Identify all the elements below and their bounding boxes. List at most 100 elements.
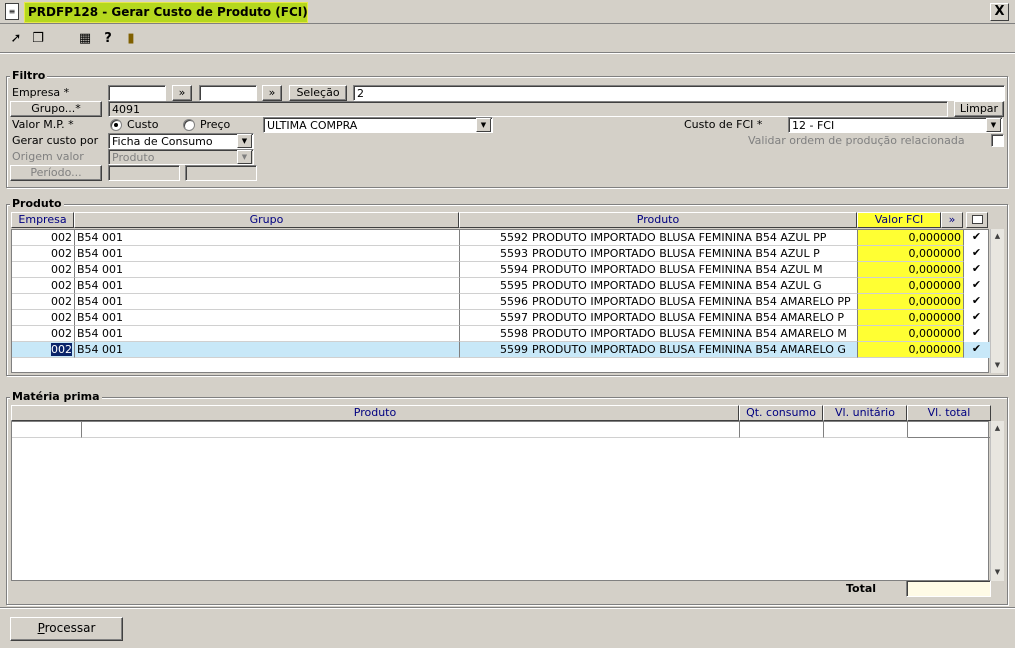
cell-descricao: PRODUTO IMPORTADO BLUSA FEMININA B54 AZU… [530,246,858,262]
row-checkbox[interactable]: ✔ [971,295,982,307]
cell-valor-fci[interactable]: 0,000000 [858,230,964,246]
materia-grid [11,421,990,581]
scroll-down-icon[interactable]: ▼ [991,359,1004,372]
processar-button[interactable]: Processar [10,617,123,641]
custo-fci-select[interactable]: 12 - FCI [788,117,1003,133]
col-mp-vl-total[interactable]: Vl. total [907,405,991,421]
cell-empresa: 002 [12,278,75,294]
cell-codigo: 5596 [460,294,530,310]
produto-grid: 002 B54 001 5592 PRODUTO IMPORTADO BLUSA… [11,229,990,373]
scroll-up-icon[interactable]: ▲ [991,230,1004,243]
grid-icon[interactable]: ▦ [77,31,93,47]
row-checkbox[interactable]: ✔ [971,263,982,275]
produto-scrollbar[interactable] [990,229,1004,373]
cell-codigo: 5594 [460,262,530,278]
cell-descricao: PRODUTO IMPORTADO BLUSA FEMININA B54 AMA… [530,310,858,326]
empresa-from-expand-button[interactable]: » [172,85,192,101]
cell-grupo: B54 001 [75,294,460,310]
cell-mp-unit [824,422,908,438]
cell-grupo: B54 001 [75,310,460,326]
table-row[interactable]: 002 B54 001 5597 PRODUTO IMPORTADO BLUSA… [12,310,990,326]
cell-empresa: 002 [12,310,75,326]
table-row[interactable]: 002 B54 001 5594 PRODUTO IMPORTADO BLUSA… [12,262,990,278]
cell-valor-fci[interactable]: 0,000000 [858,310,964,326]
row-checkbox[interactable]: ✔ [971,311,982,323]
table-row[interactable]: 002 B54 001 5596 PRODUTO IMPORTADO BLUSA… [12,294,990,310]
col-mp-produto[interactable]: Produto [11,405,739,421]
col-grupo[interactable]: Grupo [74,212,459,228]
cell-grupo: B54 001 [75,278,460,294]
scroll-down-icon[interactable]: ▼ [991,566,1004,579]
col-expand-button[interactable]: » [941,212,963,228]
cell-grupo: B54 001 [75,326,460,342]
footer-separator [0,607,1015,609]
table-row[interactable]: 002 B54 001 5599 PRODUTO IMPORTADO BLUSA… [12,342,990,358]
cell-valor-fci[interactable]: 0,000000 [858,278,964,294]
total-label: Total [846,582,877,595]
selecao-input[interactable]: 2 [353,85,1005,101]
cell-valor-fci[interactable]: 0,000000 [858,326,964,342]
materia-scrollbar[interactable] [990,421,1004,581]
col-select-all[interactable] [966,212,988,228]
cell-descricao: PRODUTO IMPORTADO BLUSA FEMININA B54 AZU… [530,278,858,294]
radio-preco[interactable] [183,119,195,131]
limpar-button[interactable]: Limpar [954,101,1004,117]
radio-custo[interactable] [110,119,122,131]
cell-codigo: 5598 [460,326,530,342]
col-mp-qt-consumo[interactable]: Qt. consumo [739,405,823,421]
origem-select[interactable]: Produto [108,149,254,165]
grupo-input[interactable]: 4091 [108,101,948,117]
valor-mp-select[interactable]: ULTIMA COMPRA [263,117,493,133]
col-produto[interactable]: Produto [459,212,857,228]
periodo-to-input[interactable] [185,165,257,181]
exit-door-icon[interactable]: ▮ [123,31,139,47]
chevron-down-icon[interactable]: ▼ [986,118,1001,132]
cell-empresa: 002 [12,342,75,358]
scroll-up-icon[interactable]: ▲ [991,422,1004,435]
chevron-down-icon[interactable]: ▼ [476,118,491,132]
cell-valor-fci[interactable]: 0,000000 [858,262,964,278]
row-checkbox[interactable]: ✔ [971,247,982,259]
periodo-button[interactable]: Período... [10,165,102,181]
radio-preco-label: Preço [200,118,231,131]
col-valor-fci[interactable]: Valor FCI [857,212,941,228]
help-icon[interactable]: ? [100,31,116,47]
cell-codigo: 5592 [460,230,530,246]
cell-valor-fci[interactable]: 0,000000 [858,246,964,262]
cell-empresa: 002 [12,262,75,278]
empresa-to-input[interactable] [199,85,257,101]
cell-grupo: B54 001 [75,246,460,262]
row-checkbox[interactable]: ✔ [971,231,982,243]
close-button[interactable]: X [990,3,1009,21]
row-checkbox[interactable]: ✔ [971,343,982,355]
table-row[interactable]: 002 B54 001 5592 PRODUTO IMPORTADO BLUSA… [12,230,990,246]
col-empresa[interactable]: Empresa [11,212,74,228]
cell-empresa: 002 [12,326,75,342]
cell-descricao: PRODUTO IMPORTADO BLUSA FEMININA B54 AZU… [530,262,858,278]
chevron-down-icon[interactable]: ▼ [237,150,252,164]
gerar-custo-select[interactable]: Ficha de Consumo [108,133,254,149]
grupo-button[interactable]: Grupo...* [10,101,102,117]
total-value [906,580,991,597]
chevron-down-icon[interactable]: ▼ [237,134,252,148]
row-checkbox[interactable]: ✔ [971,279,982,291]
empresa-to-expand-button[interactable]: » [262,85,282,101]
arrow-icon[interactable]: ➚ [8,31,24,47]
cell-valor-fci[interactable]: 0,000000 [858,342,964,358]
col-mp-vl-unitario[interactable]: Vl. unitário [823,405,907,421]
empresa-from-input[interactable] [108,85,166,101]
row-checkbox[interactable]: ✔ [971,327,982,339]
table-row[interactable]: 002 B54 001 5598 PRODUTO IMPORTADO BLUSA… [12,326,990,342]
table-row[interactable] [12,422,990,438]
validar-checkbox[interactable] [991,134,1004,147]
table-row[interactable]: 002 B54 001 5593 PRODUTO IMPORTADO BLUSA… [12,246,990,262]
table-row[interactable]: 002 B54 001 5595 PRODUTO IMPORTADO BLUSA… [12,278,990,294]
periodo-from-input[interactable] [108,165,180,181]
cell-valor-fci[interactable]: 0,000000 [858,294,964,310]
selecao-button[interactable]: Seleção [289,85,347,101]
cell-descricao: PRODUTO IMPORTADO BLUSA FEMININA B54 AMA… [530,342,858,358]
copy-icon[interactable]: ❐ [30,31,46,47]
cell-empresa: 002 [12,294,75,310]
cell-mp-qt [740,422,824,438]
empresa-label: Empresa * [12,86,70,99]
